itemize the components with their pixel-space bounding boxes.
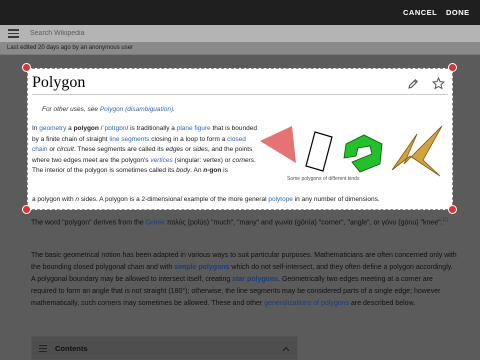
text-run: or <box>47 146 57 153</box>
rectangle-shape <box>305 131 333 172</box>
article-link[interactable]: line segments <box>109 136 149 143</box>
text-run: body <box>176 167 191 174</box>
contents-list-icon <box>39 345 47 352</box>
text-run: . These segments are called its <box>73 146 166 153</box>
contents-section[interactable]: Contents <box>31 336 298 360</box>
contents-label: Contents <box>55 344 88 353</box>
text-run: -gon <box>207 167 222 174</box>
overview-paragraph: The basic geometrical notion has been ad… <box>31 250 457 310</box>
search-bar <box>0 25 480 42</box>
last-edited-text: Last edited 20 days ago by an anonymous … <box>7 45 134 51</box>
text-run: sides <box>192 146 208 153</box>
article-link[interactable]: geometry <box>39 125 66 132</box>
chevron-up-icon <box>282 346 290 352</box>
figure-caption: Some polygons of different kinds <box>287 176 360 182</box>
article-link[interactable]: generalizations of polygons <box>264 300 349 307</box>
top-action-bar: CANCEL DONE <box>0 0 480 25</box>
text-run: polygon <box>73 125 99 132</box>
intro-paragraph: In geometry a polygon /ˈpɒlɪɡɒn/ is trad… <box>32 124 258 177</box>
text-run: sides. A polygon is a 2-dimensional exam… <box>79 196 269 203</box>
triangle-shape <box>260 126 296 163</box>
text-run: in any number of dimensions. <box>292 196 380 203</box>
menu-icon[interactable] <box>8 29 19 38</box>
last-edited-bar[interactable]: Last edited 20 days ago by an anonymous … <box>0 42 480 55</box>
text-run: a <box>66 125 74 132</box>
text-run: a polygon with <box>32 196 76 203</box>
text-run: πολύς (polús) "much", "many" and γωνία (… <box>164 219 443 227</box>
star-icon[interactable] <box>432 77 445 90</box>
article-link[interactable]: vertices <box>150 157 172 164</box>
hatnote: For other uses, see Polygon (disambiguat… <box>42 106 175 113</box>
citation-ref[interactable]: [1] <box>443 217 449 223</box>
disambiguation-link[interactable]: Polygon (disambiguation) <box>100 106 173 113</box>
done-button[interactable]: DONE <box>446 8 470 17</box>
intro-last-line: a polygon with n sides. A polygon is a 2… <box>32 195 450 206</box>
selection-handle-bottom-right[interactable] <box>448 205 457 214</box>
article-link[interactable]: ˈpɒlɪɡɒn <box>102 125 126 132</box>
selection-handle-bottom-left[interactable] <box>22 205 31 214</box>
text-run: The word "polygon" derives from the <box>31 219 146 227</box>
text-run: or <box>183 146 193 153</box>
text-run: . An <box>190 167 204 174</box>
text-run: closing in a loop to form a <box>149 135 228 143</box>
search-input[interactable] <box>30 28 280 39</box>
article-link[interactable]: Greek <box>146 219 165 226</box>
selection-handle-top-left[interactable] <box>22 63 31 72</box>
selected-region[interactable]: Polygon For other uses, see Polygon (dis… <box>27 68 453 210</box>
polygons-figure <box>260 125 443 177</box>
article-link[interactable]: star polygons <box>232 276 278 283</box>
text-run: circuit <box>56 146 74 153</box>
text-run: corners <box>232 156 255 164</box>
title-divider <box>32 94 448 95</box>
article-link[interactable]: polytope <box>268 196 293 203</box>
article-link[interactable]: simple polygons <box>174 264 229 271</box>
selection-handle-top-right[interactable] <box>448 63 457 72</box>
cancel-button[interactable]: CANCEL <box>403 8 437 17</box>
star-polygon-shape <box>391 125 443 177</box>
text-run: edges <box>165 146 184 153</box>
edit-pencil-icon[interactable] <box>407 78 419 90</box>
text-run: (singular: vertex) or <box>172 156 233 164</box>
text-run: are described below. <box>349 300 416 307</box>
text-run: / is traditionally a <box>126 125 177 132</box>
text-run: is <box>221 167 228 174</box>
article-link[interactable]: plane figure <box>177 125 211 132</box>
spiral-polygon-shape <box>343 134 383 173</box>
etymology-paragraph: The word "polygon" derives from the Gree… <box>31 214 457 229</box>
page-title: Polygon <box>32 74 86 91</box>
